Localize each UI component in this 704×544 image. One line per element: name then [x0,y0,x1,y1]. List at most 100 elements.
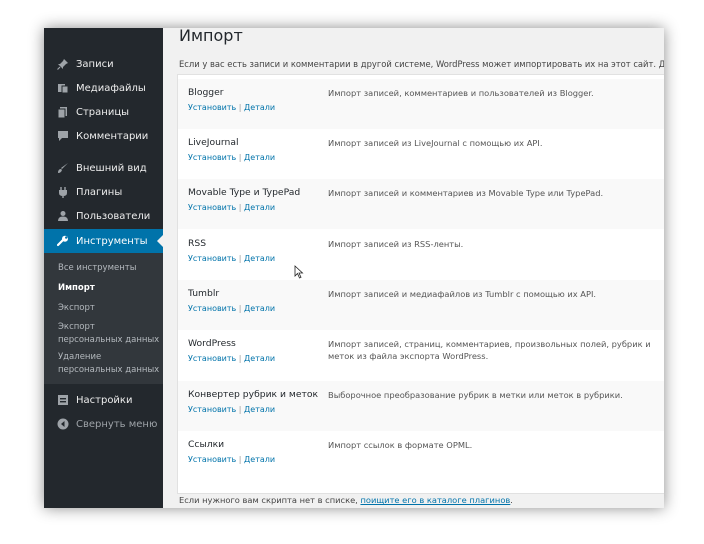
menu-label-users: Пользователи [76,210,151,222]
menu-item-settings[interactable]: Настройки [44,388,163,412]
install-link[interactable]: Установить [188,153,236,162]
intro-text: Если у вас есть записи и комментарии в д… [179,59,664,69]
importer-actions: Установить | Детали [188,103,275,112]
action-separator: | [238,203,242,212]
plugin-catalog-link[interactable]: поищите его в каталоге плагинов [360,495,510,505]
importer-name: WordPress [188,338,236,349]
menu-item-plugins[interactable]: Плагины [44,180,163,204]
table-row: Tumblr Установить | Детали Импорт записе… [178,280,664,330]
importer-name: Blogger [188,87,224,98]
importer-actions: Установить | Детали [188,455,275,464]
importer-actions: Установить | Детали [188,304,275,313]
importer-actions: Установить | Детали [188,153,275,162]
details-link[interactable]: Детали [244,153,275,162]
details-link[interactable]: Детали [244,455,275,464]
submenu-export[interactable]: Экспорт [58,302,160,315]
importer-actions: Установить | Детали [188,405,275,414]
importer-actions: Установить | Детали [188,354,275,363]
menu-item-tools[interactable]: Инструменты [44,229,163,253]
importer-name: RSS [188,238,207,249]
importer-name: Movable Type и TypePad [188,187,301,198]
menu-label-media: Медиафайлы [76,82,146,94]
action-separator: | [238,354,242,363]
action-separator: | [238,103,242,112]
menu-label-pages: Страницы [76,106,130,118]
table-row: Ссылки Установить | Детали Импорт ссылок… [178,431,664,481]
install-link[interactable]: Установить [188,203,236,212]
page-title: Импорт [179,28,243,45]
admin-sidebar: Записи Медиафайлы Страницы Комментарии В… [44,28,163,508]
settings-icon [56,393,70,407]
media-icon [56,81,70,95]
plugins-icon [56,185,70,199]
users-icon [56,209,70,223]
details-link[interactable]: Детали [244,254,275,263]
menu-label-plugins: Плагины [76,186,123,198]
appearance-brush-icon [56,161,70,175]
importer-name: Tumblr [188,288,220,299]
footer-suffix: . [510,495,513,505]
main-content: Импорт Если у вас есть записи и коммента… [163,28,664,508]
install-link[interactable]: Установить [188,304,236,313]
menu-item-media[interactable]: Медиафайлы [44,76,163,100]
table-row: LiveJournal Установить | Детали Импорт з… [178,129,664,179]
importer-description: Импорт записей и комментариев из Movable… [328,188,604,198]
collapse-arrow-icon [56,417,70,431]
wrench-icon [56,234,70,248]
table-row: Конвертер рубрик и меток Установить | Де… [178,381,664,431]
action-separator: | [238,455,242,464]
mouse-cursor-icon [294,265,304,279]
details-link[interactable]: Детали [244,304,275,313]
menu-label-comments: Комментарии [76,130,149,142]
table-row: WordPress Установить | Детали Импорт зап… [178,330,664,380]
pages-icon [56,105,70,119]
install-link[interactable]: Установить [188,405,236,414]
menu-label-appearance: Внешний вид [76,162,147,174]
importer-name: Ссылки [188,439,225,450]
tools-submenu: Все инструменты Импорт Экспорт Экспорт п… [44,253,163,384]
menu-label-posts: Записи [76,58,114,70]
details-link[interactable]: Детали [244,354,275,363]
importers-table: Blogger Установить | Детали Импорт запис… [177,74,664,494]
table-row: RSS Установить | Детали Импорт записей и… [178,230,664,280]
menu-item-pages[interactable]: Страницы [44,100,163,124]
comments-icon [56,129,70,143]
pushpin-icon [56,57,70,71]
footer-note: Если нужного вам скрипта нет в списке, п… [179,495,513,505]
install-link[interactable]: Установить [188,354,236,363]
importer-description: Выборочное преобразование рубрик в метки… [328,390,623,400]
importer-actions: Установить | Детали [188,203,275,212]
menu-item-posts[interactable]: Записи [44,52,163,76]
importer-actions: Установить | Детали [188,254,275,263]
menu-item-appearance[interactable]: Внешний вид [44,156,163,180]
menu-item-comments[interactable]: Комментарии [44,124,163,148]
importer-description: Импорт записей и медиафайлов из Tumblr с… [328,289,597,299]
submenu-export-personal-data[interactable]: Экспорт персональных данных [58,321,160,347]
details-link[interactable]: Детали [244,103,275,112]
importer-description: Импорт записей из LiveJournal с помощью … [328,138,543,148]
submenu-import[interactable]: Импорт [58,282,160,295]
importer-description: Импорт записей, страниц, комментариев, п… [328,339,651,361]
action-separator: | [238,304,242,313]
menu-item-users[interactable]: Пользователи [44,204,163,228]
collapse-menu-button[interactable]: Свернуть меню [44,412,163,436]
install-link[interactable]: Установить [188,455,236,464]
menu-label-settings: Настройки [76,394,133,406]
details-link[interactable]: Детали [244,203,275,212]
footer-prefix: Если нужного вам скрипта нет в списке, [179,495,361,505]
action-separator: | [238,405,242,414]
importer-name: LiveJournal [188,137,239,148]
menu-label-tools: Инструменты [76,235,148,247]
install-link[interactable]: Установить [188,103,236,112]
submenu-all-tools[interactable]: Все инструменты [58,262,160,275]
details-link[interactable]: Детали [244,405,275,414]
table-row: Movable Type и TypePad Установить | Дета… [178,179,664,229]
install-link[interactable]: Установить [188,254,236,263]
browser-viewport: Записи Медиафайлы Страницы Комментарии В… [44,28,664,508]
action-separator: | [238,153,242,162]
submenu-erase-personal-data[interactable]: Удаление персональных данных [58,351,160,377]
importer-description: Импорт ссылок в формате OPML. [328,440,473,450]
importer-description: Импорт записей из RSS-ленты. [328,239,464,249]
table-row: Blogger Установить | Детали Импорт запис… [178,79,664,129]
collapse-menu-label: Свернуть меню [76,418,158,430]
